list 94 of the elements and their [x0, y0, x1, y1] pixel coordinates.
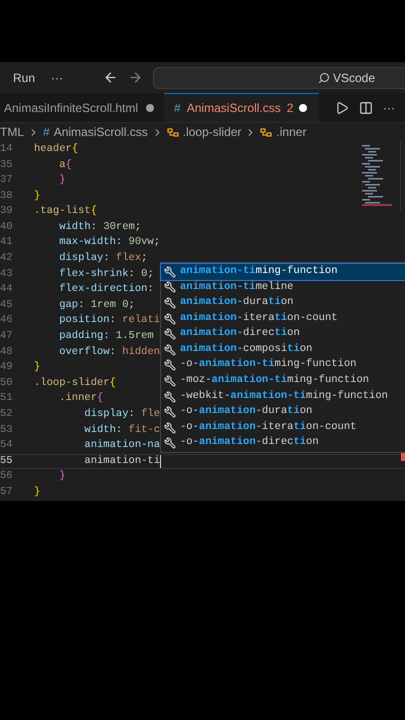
- suggestion-item[interactable]: -moz-animation-timing-function: [161, 373, 405, 389]
- wrench-icon: [164, 437, 176, 450]
- suggestion-item[interactable]: animation-timeline: [161, 280, 405, 296]
- wrench-icon: [164, 328, 176, 340]
- search-text: VScode: [332, 70, 375, 86]
- code-line: a{: [58, 158, 72, 173]
- code-line: animation-na: [83, 438, 160, 454]
- search-icon: [318, 72, 330, 84]
- wrench-icon: [164, 344, 176, 356]
- suggestion-item[interactable]: -webkit-animation-timing-function: [161, 388, 405, 404]
- text-cursor: [160, 455, 162, 468]
- breadcrumb-item[interactable]: AnimasiScroll.css: [54, 123, 148, 141]
- line-number: 43: [0, 266, 14, 282]
- line-number: 45: [0, 298, 14, 313]
- wrench-icon: [164, 406, 176, 418]
- suggestion-item[interactable]: -o-animation-duration: [161, 404, 405, 420]
- suggestion-item[interactable]: animation-direction: [161, 326, 405, 342]
- wrench-icon: [164, 390, 176, 403]
- hash-icon: #: [174, 99, 181, 117]
- suggestion-item[interactable]: animation-duration: [161, 295, 405, 311]
- run-icon[interactable]: [335, 100, 349, 114]
- code-line: flex-shrink: 0;: [58, 266, 154, 282]
- symbol-icon: [260, 126, 272, 138]
- back-icon[interactable]: [103, 70, 118, 85]
- code-line: .tag-list{: [33, 204, 98, 220]
- suggestion-item[interactable]: -o-animation-iteration-count: [161, 420, 405, 436]
- line-number: 46: [0, 313, 14, 328]
- problem-count: 2: [286, 100, 294, 117]
- code-line: .loop-slider{: [33, 376, 116, 391]
- wrench-icon: [164, 359, 176, 372]
- suggestion-item[interactable]: animation-timing-function: [161, 264, 405, 280]
- more-actions[interactable]: ···: [383, 98, 395, 116]
- suggestion-item[interactable]: animation-composition: [161, 342, 405, 358]
- hash-icon: #: [43, 123, 50, 141]
- forward-icon[interactable]: [128, 70, 144, 85]
- run-menu[interactable]: Run: [13, 68, 36, 86]
- code-line: flex-direction:: [58, 282, 154, 298]
- tab-label: AnimasiInfiniteScroll.html: [4, 100, 138, 116]
- wrench-icon: [164, 281, 176, 294]
- line-number: 48: [0, 344, 14, 360]
- tab-label: AnimasiScroll.css: [186, 100, 281, 117]
- wrench-icon: [164, 296, 176, 309]
- error-marker: [401, 453, 405, 461]
- code-line: }: [33, 188, 40, 204]
- breadcrumb-item[interactable]: .inner: [276, 123, 306, 141]
- line-number: 14: [0, 142, 14, 157]
- code-line: max-width: 90vw;: [58, 235, 160, 250]
- breadcrumb-item[interactable]: .loop-slider: [182, 123, 242, 141]
- command-search-field[interactable]: VScode: [153, 66, 405, 88]
- more-menu[interactable]: ···: [51, 68, 64, 86]
- symbol-icon: [166, 126, 179, 138]
- wrench-icon: [164, 422, 176, 434]
- code-line: }: [33, 360, 40, 376]
- editor-tab[interactable]: # AnimasiScroll.css 2: [164, 93, 320, 122]
- line-number: 37: [0, 173, 14, 188]
- code-line: display: flex;: [58, 251, 148, 266]
- line-number: 56: [0, 469, 14, 484]
- line-number: 50: [0, 376, 14, 391]
- line-number: 40: [0, 220, 14, 235]
- code-line: padding: 1.5rem: [58, 329, 154, 344]
- code-line: width: 30rem;: [58, 220, 142, 235]
- line-number: 39: [0, 204, 14, 220]
- line-number: 44: [0, 282, 14, 298]
- line-number: 51: [0, 391, 14, 406]
- code-line: }: [58, 469, 66, 484]
- code-line: display: fle: [83, 407, 160, 422]
- line-number: 38: [0, 188, 14, 204]
- line-number: 41: [0, 235, 14, 250]
- code-line: overflow: hidden: [58, 344, 160, 360]
- code-line: .inner{: [58, 391, 104, 406]
- wrench-icon: [164, 312, 176, 325]
- line-number: 47: [0, 329, 14, 344]
- split-editor-icon[interactable]: [359, 100, 373, 114]
- line-number: 52: [0, 407, 14, 422]
- wrench-icon: [164, 374, 176, 387]
- line-number: 57: [0, 484, 14, 500]
- line-number: 42: [0, 251, 14, 266]
- suggestion-item[interactable]: animation-iteration-count: [161, 310, 405, 326]
- suggestion-item[interactable]: -o-animation-direction: [161, 436, 405, 452]
- line-number: 53: [0, 422, 14, 438]
- code-line: animation-ti: [83, 454, 162, 470]
- line-number: 54: [0, 438, 14, 454]
- code-line: header{: [33, 142, 78, 157]
- code-line: }: [33, 484, 40, 500]
- line-number: 55: [0, 454, 14, 469]
- line-number: 49: [0, 360, 14, 376]
- breadcrumb-item[interactable]: TML: [0, 123, 24, 141]
- code-line: gap: 1rem 0;: [58, 298, 135, 313]
- code-line: position: relati: [58, 313, 160, 328]
- suggestion-item[interactable]: -o-animation-timing-function: [161, 358, 405, 374]
- line-number: 35: [0, 158, 14, 173]
- wrench-icon: [164, 266, 176, 278]
- code-line: }: [58, 173, 66, 188]
- code-line: width: fit-c: [83, 422, 160, 438]
